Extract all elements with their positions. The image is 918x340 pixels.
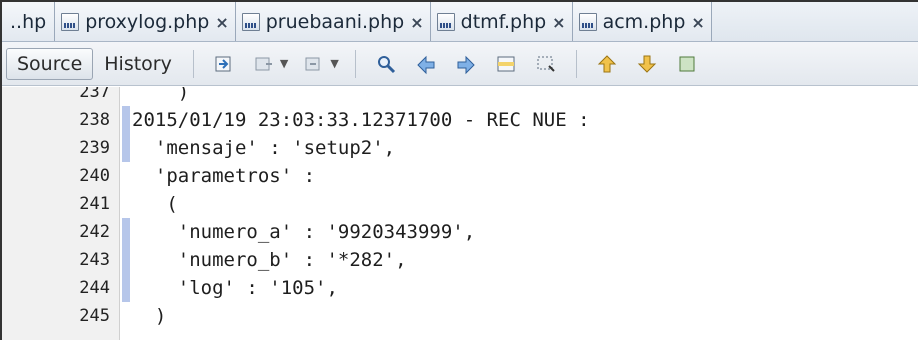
code-text: 'parametros' : (132, 165, 316, 187)
change-marker (122, 246, 130, 274)
php-file-icon (61, 13, 80, 31)
change-marker (122, 134, 130, 162)
rectangular-selection-icon[interactable] (534, 52, 558, 76)
toolbar-separator (354, 49, 356, 78)
php-file-icon (436, 13, 455, 31)
find-icon[interactable] (374, 52, 398, 76)
last-edit-icon[interactable] (212, 52, 236, 76)
tab-label: dtmf.php (460, 11, 547, 33)
code-line: 241 ( (2, 193, 918, 215)
code-text: 'mensaje' : 'setup2', (132, 137, 396, 159)
change-marker (122, 106, 130, 134)
back-dropdown-icon[interactable]: ▼ (280, 57, 288, 70)
code-line: 244 'log' : '105', (2, 274, 918, 302)
tab-truncated[interactable]: ..hp (2, 2, 56, 41)
code-line: 242 'numero_a' : '9920343999', (2, 218, 918, 246)
tab-label: proxylog.php (85, 11, 210, 33)
toolbar-separator (575, 49, 577, 78)
code-text: 'numero_b' : '*282', (132, 249, 407, 271)
toolbar-separator (192, 49, 194, 78)
close-tab-icon[interactable]: × (215, 13, 228, 32)
line-number: 239 (79, 138, 110, 158)
code-editor[interactable]: 237 ) 238 2015/01/19 23:03:33.12371700 - R… (2, 87, 918, 340)
code-text: 2015/01/19 23:03:33.12371700 - REC NUE : (132, 109, 590, 131)
code-text: ( (132, 193, 178, 215)
change-marker (122, 218, 130, 246)
line-number: 241 (79, 194, 110, 214)
code-line: 237 ) (2, 87, 918, 103)
forward-dropdown-icon[interactable]: ▼ (330, 57, 338, 70)
tab-label: pruebaani.php (265, 11, 405, 33)
tab-label: ..hp (10, 11, 47, 33)
history-view-button[interactable]: History (93, 48, 183, 80)
change-marker (122, 274, 130, 302)
toggle-highlight-icon[interactable] (494, 52, 518, 76)
tab-pruebaani-php[interactable]: pruebaani.php × (235, 2, 431, 41)
line-number: 237 (79, 87, 110, 102)
close-tab-icon[interactable]: × (410, 13, 423, 32)
source-view-button[interactable]: Source (6, 47, 94, 80)
line-number: 243 (79, 250, 110, 270)
ide-window: ..hp proxylog.php × pruebaani.php × dtmf.php ×… (0, 0, 918, 340)
tab-proxylog-php[interactable]: proxylog.php × (55, 2, 236, 41)
editor-tab-bar: ..hp proxylog.php × pruebaani.php × dtmf.php ×… (2, 2, 918, 42)
line-number: 244 (79, 278, 110, 298)
close-tab-icon[interactable]: × (691, 13, 704, 32)
tab-dtmf-php[interactable]: dtmf.php × (430, 2, 573, 41)
php-file-icon (578, 13, 597, 31)
toggle-bookmark-icon[interactable] (675, 52, 699, 76)
code-text: 'numero_a' : '9920343999', (132, 221, 476, 243)
line-number: 240 (79, 166, 110, 186)
code-line: 245 ) (2, 305, 918, 327)
tab-label: acm.php (602, 11, 686, 33)
php-file-icon (241, 13, 260, 31)
line-number: 242 (79, 222, 110, 242)
line-number: 245 (79, 306, 110, 326)
editor-toolbar: Source History ▼ ▼ (2, 42, 918, 86)
code-text: ) (132, 305, 167, 327)
code-line: 240 'parametros' : (2, 165, 918, 187)
code-text: 'log' : '105', (132, 277, 338, 299)
line-number: 238 (79, 110, 110, 130)
code-text: ) (132, 87, 190, 103)
next-bookmark-icon[interactable] (635, 52, 659, 76)
previous-bookmark-icon[interactable] (595, 52, 619, 76)
back-icon[interactable] (252, 52, 276, 76)
code-line: 239 'mensaje' : 'setup2', (2, 134, 918, 162)
tab-acm-php[interactable]: acm.php × (572, 2, 712, 41)
forward-icon[interactable] (302, 52, 326, 76)
find-previous-icon[interactable] (414, 52, 438, 76)
code-line: 238 2015/01/19 23:03:33.12371700 - REC NU… (2, 106, 918, 134)
code-line: 243 'numero_b' : '*282', (2, 246, 918, 274)
close-tab-icon[interactable]: × (552, 13, 565, 32)
find-next-icon[interactable] (454, 52, 478, 76)
